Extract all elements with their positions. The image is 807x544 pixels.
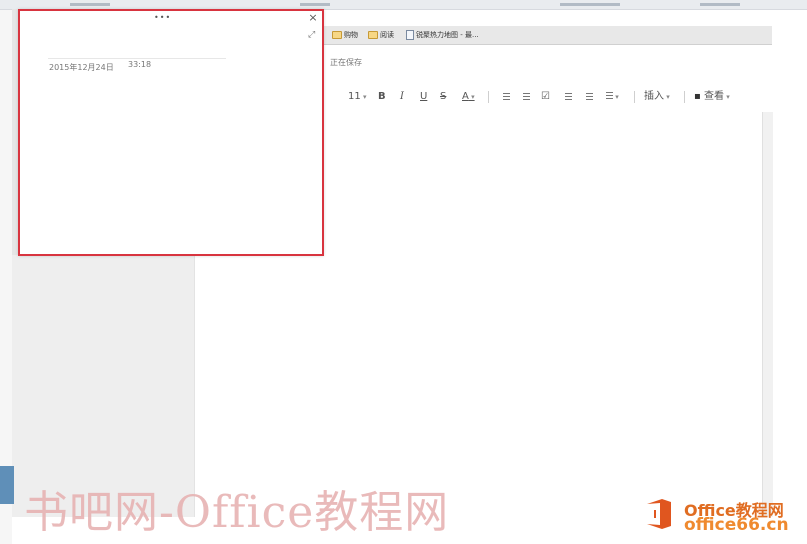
bookmark-reading[interactable]: 阅读 (368, 30, 394, 40)
chevron-down-icon: ▾ (664, 93, 670, 101)
watermark-brand-url: office66.cn (684, 515, 789, 535)
font-size-dropdown[interactable]: 11 ▾ (348, 90, 366, 104)
bookmark-label: 购物 (344, 31, 358, 39)
align-dropdown[interactable]: ▾ (603, 90, 619, 104)
bookmark-heatmap[interactable]: 锐聚热力地图 - 最... (406, 30, 479, 40)
bookmark-label: 阅读 (380, 31, 394, 39)
folder-icon (332, 31, 342, 39)
top-strip-mark (300, 3, 330, 6)
note-date: 2015年12月24日 (49, 63, 114, 72)
sidebar-tab[interactable] (0, 466, 14, 504)
document-icon (406, 30, 414, 40)
chevron-down-icon: ▾ (360, 93, 367, 101)
font-size-value: 11 (348, 91, 361, 102)
bookmarks-bar: 购物 阅读 锐聚热力地图 - 最... (320, 26, 772, 45)
strikethrough-button[interactable]: S (440, 90, 446, 104)
top-strip-mark (70, 3, 110, 6)
chevron-down-icon: ▾ (468, 93, 475, 101)
chevron-down-icon: ▾ (723, 93, 730, 101)
view-menu[interactable]: ▪ 查看 ▾ (694, 90, 730, 104)
bookmark-label: 锐聚热力地图 - 最... (416, 31, 479, 39)
bold-button[interactable]: B (378, 90, 386, 104)
more-options-icon[interactable]: ••• (154, 13, 171, 22)
indent-increase-icon[interactable] (583, 92, 593, 101)
toolbar-divider (684, 91, 685, 103)
insert-label: 插入 (644, 91, 664, 102)
watermark-text: 书吧网-Office教程网 (24, 487, 450, 538)
bookmark-shopping[interactable]: 购物 (332, 30, 358, 40)
checklist-icon[interactable]: ☑ (541, 90, 550, 104)
window-left-edge (0, 0, 12, 544)
toolbar-divider (488, 91, 489, 103)
align-icon (603, 91, 613, 100)
expand-icon[interactable]: ⤢ (308, 30, 315, 40)
insert-menu[interactable]: 插入 ▾ (644, 90, 670, 104)
sticky-note-popup[interactable]: ••• × ⤢ 2015年12月24日 33:18 (18, 9, 324, 256)
numbered-list-icon[interactable] (500, 92, 510, 101)
view-label: 查看 (703, 91, 724, 102)
save-status: 正在保存 (330, 58, 362, 67)
chevron-down-icon: ▾ (613, 93, 619, 101)
comment-icon: ▪ (694, 91, 704, 102)
top-strip-mark (700, 3, 740, 6)
editor-scrollbar[interactable] (762, 112, 773, 517)
indent-decrease-icon[interactable] (562, 92, 572, 101)
bullet-list-icon[interactable] (520, 92, 530, 101)
underline-button[interactable]: U (420, 90, 427, 104)
font-color-label: A (462, 91, 469, 102)
office-logo-icon (647, 499, 671, 529)
folder-icon (368, 31, 378, 39)
format-toolbar: ▾ 11 ▾ B I U S A ▾ ☑ ▾ 插入 ▾ ▪ 查看 ▾ (318, 88, 758, 106)
close-icon[interactable]: × (307, 12, 319, 24)
italic-button[interactable]: I (400, 90, 404, 104)
top-strip-mark (560, 3, 620, 6)
note-divider (48, 58, 226, 59)
note-time: 33:18 (128, 60, 152, 69)
toolbar-divider (634, 91, 635, 103)
font-color-button[interactable]: A ▾ (462, 90, 475, 104)
